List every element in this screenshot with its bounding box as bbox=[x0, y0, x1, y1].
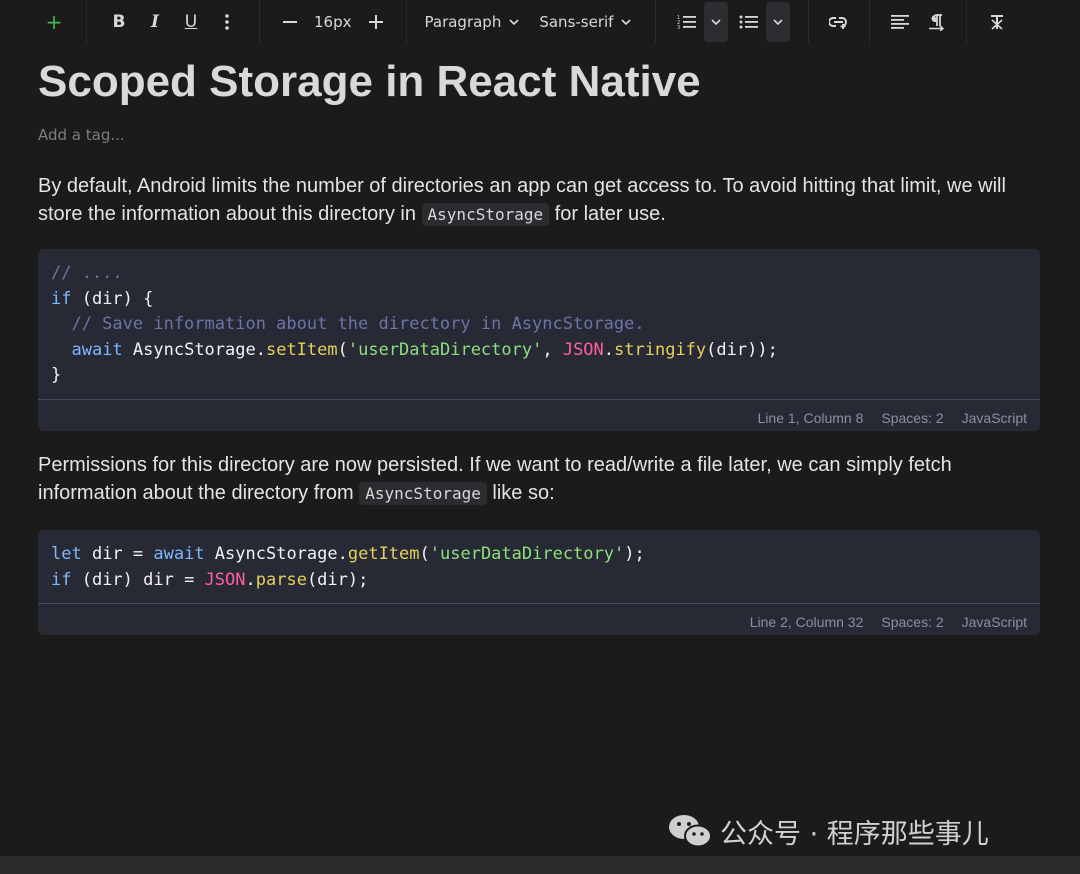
language-mode[interactable]: JavaScript bbox=[962, 614, 1027, 630]
clear-formatting-icon[interactable] bbox=[979, 2, 1015, 42]
paragraph-text: like so: bbox=[486, 482, 555, 504]
code-text: } bbox=[51, 365, 62, 385]
watermark-text: 公众号 · 程序那些事儿 bbox=[720, 818, 989, 850]
code-text: , bbox=[542, 339, 563, 360]
code-status-bar: Line 1, Column 8 Spaces: 2 JavaScript bbox=[38, 398, 1040, 432]
code-comment: // Save information about the directory … bbox=[51, 314, 645, 334]
chevron-down-icon bbox=[621, 19, 632, 25]
code-block-1[interactable]: // .... if (dir) { // Save information a… bbox=[38, 249, 1040, 431]
clear-format-group bbox=[967, 0, 1027, 44]
add-tag-input[interactable]: Add a tag... bbox=[38, 126, 1040, 144]
code-function: parse bbox=[255, 569, 307, 590]
chevron-down-icon bbox=[509, 19, 519, 25]
wechat-icon bbox=[669, 815, 712, 848]
paragraph-1[interactable]: By default, Android limits the number of… bbox=[38, 172, 1040, 229]
increase-font-size-icon[interactable] bbox=[358, 2, 394, 42]
bullet-list-icon[interactable] bbox=[734, 2, 764, 42]
format-group: B I U bbox=[87, 0, 260, 44]
font-family-dropdown[interactable]: Sans-serif bbox=[529, 13, 641, 31]
page-title[interactable]: Scoped Storage in React Native bbox=[38, 56, 1040, 108]
code-comment: // .... bbox=[51, 263, 123, 283]
code-json: JSON bbox=[562, 339, 604, 360]
font-family-label: Sans-serif bbox=[539, 13, 614, 31]
inline-code: AsyncStorage bbox=[421, 203, 550, 226]
bold-button[interactable]: B bbox=[101, 2, 137, 42]
code-editor[interactable]: let dir = await AsyncStorage.getItem('us… bbox=[38, 530, 1040, 603]
paragraph-2[interactable]: Permissions for this directory are now p… bbox=[38, 451, 1040, 508]
block-type-label: Paragraph bbox=[424, 13, 502, 31]
block-type-dropdown[interactable]: Paragraph bbox=[415, 13, 530, 31]
paragraph-direction-icon[interactable] bbox=[918, 2, 954, 42]
link-icon[interactable] bbox=[821, 2, 857, 42]
watermark: 公众号 · 程序那些事儿 bbox=[668, 806, 1048, 856]
indent-setting[interactable]: Spaces: 2 bbox=[881, 614, 943, 630]
decrease-font-size-icon[interactable] bbox=[272, 2, 308, 42]
bullet-list-options-button[interactable] bbox=[766, 2, 791, 42]
cursor-position[interactable]: Line 1, Column 8 bbox=[758, 410, 864, 426]
code-status-bar: Line 2, Column 32 Spaces: 2 JavaScript bbox=[38, 603, 1040, 635]
insert-plus-icon[interactable]: + bbox=[36, 2, 72, 42]
code-text: (dir); bbox=[306, 569, 369, 590]
code-text: ( bbox=[337, 339, 348, 360]
italic-button[interactable]: I bbox=[137, 2, 173, 42]
font-size-value[interactable]: 16px bbox=[308, 13, 358, 31]
bottom-bar bbox=[0, 856, 1080, 874]
font-size-group: 16px bbox=[260, 0, 407, 44]
code-keyword: await bbox=[71, 339, 123, 360]
editor-toolbar: + B I U 16px Paragraph Sans-serif 123 bbox=[0, 0, 1080, 44]
code-text: AsyncStorage. bbox=[204, 544, 348, 564]
code-keyword: await bbox=[153, 544, 205, 564]
code-text: AsyncStorage. bbox=[122, 339, 266, 360]
code-text: (dir) dir = bbox=[71, 569, 205, 590]
code-text: ); bbox=[624, 544, 645, 564]
editor-content[interactable]: Scoped Storage in React Native Add a tag… bbox=[38, 50, 1040, 635]
paragraph-text: for later use. bbox=[549, 203, 666, 225]
language-mode[interactable]: JavaScript bbox=[962, 410, 1027, 426]
block-style-group: Paragraph Sans-serif bbox=[407, 0, 657, 44]
insert-group: + bbox=[38, 0, 87, 44]
list-group: 123 bbox=[656, 0, 810, 44]
code-editor[interactable]: // .... if (dir) { // Save information a… bbox=[38, 249, 1040, 399]
ordered-list-options-button[interactable] bbox=[704, 2, 729, 42]
code-text: (dir)); bbox=[706, 339, 778, 360]
align-left-icon[interactable] bbox=[882, 2, 918, 42]
code-keyword: if bbox=[51, 288, 72, 309]
code-keyword: if bbox=[51, 569, 72, 590]
code-text: (dir) { bbox=[71, 288, 154, 309]
more-options-icon[interactable] bbox=[209, 2, 245, 42]
code-json: JSON bbox=[204, 569, 246, 590]
code-text: . bbox=[245, 569, 256, 590]
ordered-list-icon[interactable]: 123 bbox=[672, 2, 702, 42]
code-string: 'userDataDirectory' bbox=[347, 339, 543, 360]
code-text: ( bbox=[419, 544, 430, 564]
underline-button[interactable]: U bbox=[173, 2, 209, 42]
code-text: . bbox=[603, 339, 615, 360]
code-function: stringify bbox=[614, 339, 707, 360]
indent-setting[interactable]: Spaces: 2 bbox=[881, 410, 943, 426]
code-string: 'userDataDirectory' bbox=[429, 544, 625, 564]
code-function: getItem bbox=[347, 544, 420, 564]
code-function: setItem bbox=[265, 339, 338, 360]
chevron-down-icon bbox=[711, 19, 722, 25]
link-group bbox=[809, 0, 871, 44]
code-text: dir = bbox=[81, 544, 154, 564]
svg-text:3: 3 bbox=[677, 25, 680, 30]
chevron-down-icon bbox=[773, 19, 784, 25]
code-block-2[interactable]: let dir = await AsyncStorage.getItem('us… bbox=[38, 530, 1040, 635]
cursor-position[interactable]: Line 2, Column 32 bbox=[750, 614, 864, 630]
inline-code: AsyncStorage bbox=[359, 482, 487, 505]
code-keyword: let bbox=[51, 544, 82, 564]
align-group bbox=[870, 0, 968, 44]
